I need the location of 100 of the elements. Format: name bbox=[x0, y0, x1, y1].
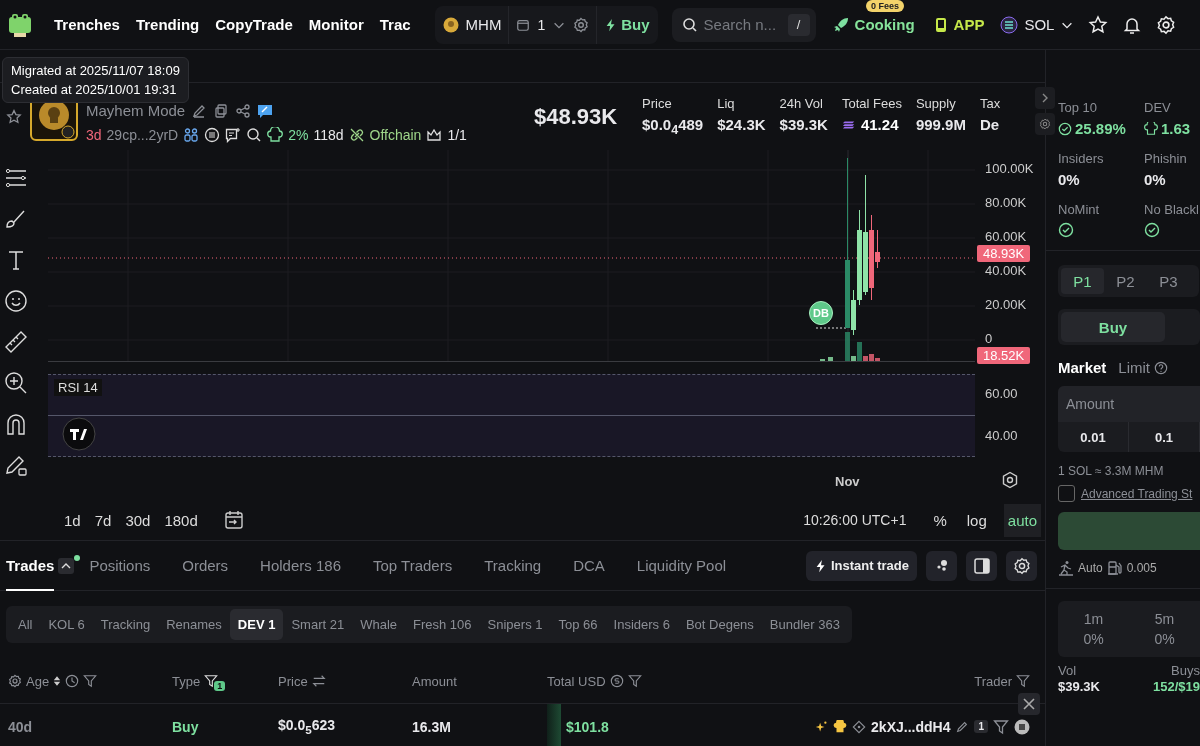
panel-toggle-button[interactable] bbox=[966, 550, 997, 581]
magnet-icon[interactable] bbox=[4, 412, 28, 436]
column-header[interactable]: Amount bbox=[412, 673, 457, 689]
nav-link[interactable]: Monitor bbox=[308, 16, 364, 33]
checkbox[interactable] bbox=[1058, 485, 1075, 502]
nav-link[interactable]: CopyTrade bbox=[215, 16, 293, 33]
sort-icon[interactable] bbox=[53, 675, 62, 687]
chat-plus-icon[interactable] bbox=[225, 127, 242, 143]
share-icon[interactable] bbox=[235, 102, 252, 119]
filter-icon[interactable] bbox=[993, 718, 1009, 735]
settings-icon[interactable] bbox=[1156, 14, 1177, 35]
column-header[interactable]: Trader bbox=[974, 673, 1012, 689]
menu-icon[interactable] bbox=[1014, 718, 1030, 735]
quick-buy-button[interactable]: Buy bbox=[604, 16, 650, 33]
filter-icon[interactable] bbox=[627, 674, 642, 688]
instant-trade-button[interactable]: Instant trade bbox=[806, 550, 917, 581]
range-button[interactable]: 1d bbox=[64, 511, 81, 529]
column-header[interactable]: Type bbox=[172, 673, 201, 689]
scale-option[interactable]: auto bbox=[1003, 503, 1041, 537]
cooking-link[interactable]: Cooking bbox=[831, 15, 915, 34]
settings-icon[interactable] bbox=[8, 674, 22, 688]
tab[interactable]: Tracking bbox=[484, 540, 542, 591]
tv-logo-icon[interactable] bbox=[62, 417, 96, 451]
lines-tool-icon[interactable] bbox=[4, 166, 28, 190]
stat-label: Price bbox=[642, 96, 673, 111]
ruler-icon[interactable] bbox=[4, 330, 28, 354]
calendar-icon[interactable] bbox=[223, 510, 244, 530]
range-button[interactable]: 30d bbox=[125, 511, 151, 529]
nav-link[interactable]: Trac bbox=[379, 16, 411, 33]
settings-button[interactable] bbox=[1006, 550, 1037, 581]
filter-icon[interactable] bbox=[83, 674, 98, 688]
tab[interactable]: Holders 186 bbox=[260, 540, 341, 591]
advanced-link[interactable]: Advanced Trading St bbox=[1081, 486, 1193, 501]
timeframe-label[interactable]: 1m bbox=[1083, 611, 1104, 627]
smiley-icon[interactable] bbox=[4, 289, 28, 313]
preset-tab[interactable]: P1 bbox=[1061, 268, 1104, 294]
token-address[interactable]: 29cp...2yrD bbox=[106, 127, 179, 143]
filter-chip[interactable]: Insiders 6 bbox=[605, 609, 678, 640]
bubbles-button[interactable] bbox=[926, 550, 957, 581]
zoom-in-icon[interactable] bbox=[4, 371, 28, 395]
settings-icon[interactable] bbox=[1001, 471, 1019, 489]
scale-option[interactable]: % bbox=[930, 503, 950, 537]
timeframe-label[interactable]: 5m bbox=[1154, 611, 1175, 627]
star-icon[interactable] bbox=[1088, 14, 1109, 35]
pencil-lock-icon[interactable] bbox=[4, 453, 28, 477]
column-header[interactable]: Price bbox=[278, 673, 308, 689]
pencil-icon[interactable] bbox=[955, 719, 970, 734]
preset-tab[interactable]: P2 bbox=[1104, 268, 1147, 294]
swap-icon[interactable] bbox=[311, 674, 326, 688]
quick-amount-button[interactable]: 0.1 bbox=[1129, 422, 1200, 452]
stat-value: $0.0$_{4}$489 bbox=[642, 116, 704, 137]
metric-label: DEV bbox=[1144, 100, 1171, 115]
filter-chip[interactable]: Smart 21 bbox=[283, 609, 353, 640]
filter-chip[interactable]: Fresh 106 bbox=[405, 609, 480, 640]
star-icon[interactable] bbox=[6, 108, 22, 125]
filter-chip[interactable]: KOL 6 bbox=[40, 609, 93, 640]
close-button[interactable] bbox=[1018, 693, 1040, 715]
coin-icon[interactable] bbox=[609, 674, 624, 688]
order-type-tab[interactable]: Limit bbox=[1118, 359, 1151, 376]
help-icon[interactable] bbox=[1154, 360, 1169, 375]
tab[interactable]: Positions bbox=[89, 540, 151, 591]
filter-chip[interactable]: Renames bbox=[158, 609, 230, 640]
chat-icon[interactable] bbox=[257, 102, 274, 119]
list-icon[interactable] bbox=[204, 127, 221, 143]
order-type-tab[interactable]: Market bbox=[1058, 359, 1107, 376]
filter-chip[interactable]: Tracking bbox=[92, 609, 159, 640]
filter-chip[interactable]: Snipers 1 bbox=[479, 609, 551, 640]
copy-icon[interactable] bbox=[213, 102, 230, 119]
scale-option[interactable]: log bbox=[963, 503, 990, 537]
app-link[interactable]: APP bbox=[932, 16, 985, 33]
quick-amount-button[interactable]: 0.01 bbox=[1058, 422, 1129, 452]
tab[interactable]: DCA bbox=[573, 540, 605, 591]
filter-chip[interactable]: Whale bbox=[352, 609, 406, 640]
filter-icon[interactable] bbox=[1016, 674, 1030, 688]
filter-chip[interactable]: Top 66 bbox=[550, 609, 606, 640]
range-button[interactable]: 180d bbox=[164, 511, 198, 529]
collapse-button[interactable] bbox=[58, 557, 75, 574]
filter-chip[interactable]: All bbox=[10, 609, 41, 640]
filter-chip[interactable]: Bundler 363 bbox=[761, 609, 848, 640]
filter-chip[interactable]: DEV 1 bbox=[229, 609, 284, 640]
preset-tab[interactable]: P3 bbox=[1147, 268, 1190, 294]
buy-tab[interactable]: Buy bbox=[1061, 312, 1165, 342]
column-header[interactable]: Age bbox=[26, 673, 50, 689]
clock-icon[interactable] bbox=[65, 674, 80, 688]
tab[interactable]: Liquidity Pool bbox=[636, 540, 727, 591]
tab[interactable]: Orders bbox=[182, 540, 229, 591]
filter-chip[interactable]: Bot Degens bbox=[677, 609, 762, 640]
amount-field[interactable]: Amount bbox=[1058, 386, 1200, 422]
token-switcher[interactable]: MHM 1 Buy bbox=[434, 5, 658, 44]
search-icon[interactable] bbox=[246, 127, 263, 143]
chain-selector[interactable]: SOL bbox=[1000, 15, 1075, 34]
trader-address[interactable]: 2kXJ...ddH4 bbox=[871, 718, 951, 735]
range-button[interactable]: 7d bbox=[94, 511, 112, 529]
column-header[interactable]: Total USD bbox=[547, 673, 606, 689]
tab[interactable]: Top Traders bbox=[373, 540, 453, 591]
tab[interactable]: Trades bbox=[6, 540, 55, 591]
leader-line bbox=[815, 327, 849, 329]
nav-link[interactable]: Trenches bbox=[54, 16, 120, 33]
nav-link[interactable]: Trending bbox=[135, 16, 200, 33]
users-icon[interactable] bbox=[183, 127, 200, 143]
